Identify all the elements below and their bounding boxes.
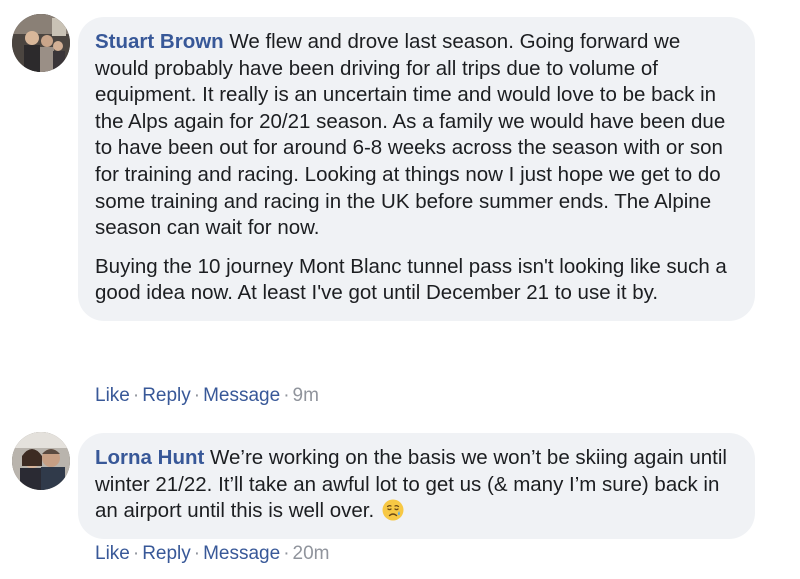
comment-bubble: Lorna Hunt We’re working on the basis we…: [78, 433, 755, 539]
separator: ·: [283, 385, 290, 406]
comment-text: We flew and drove last season. Going for…: [95, 30, 726, 240]
separator: ·: [193, 543, 201, 564]
message-link[interactable]: Message: [203, 385, 280, 406]
like-link[interactable]: Like: [95, 385, 130, 406]
reply-link[interactable]: Reply: [142, 385, 191, 406]
comment-paragraph: Stuart Brown We flew and drove last seas…: [95, 29, 739, 242]
comment-paragraph: Buying the 10 journey Mont Blanc tunnel …: [95, 254, 739, 307]
comment-paragraph: Lorna Hunt We’re working on the basis we…: [95, 445, 739, 525]
avatar[interactable]: [12, 432, 70, 490]
comment-bubble: Stuart Brown We flew and drove last seas…: [78, 17, 755, 321]
avatar[interactable]: [12, 14, 70, 72]
author-name-link[interactable]: Stuart Brown: [95, 30, 224, 53]
sad-but-relieved-face-icon: [382, 499, 404, 521]
like-link[interactable]: Like: [95, 543, 130, 564]
avatar-photo: [12, 14, 70, 72]
timestamp[interactable]: 20m: [293, 543, 330, 564]
comment-actions: Like · Reply · Message · 20m: [95, 543, 330, 565]
separator: ·: [132, 385, 140, 406]
separator: ·: [283, 543, 290, 564]
author-name-link[interactable]: Lorna Hunt: [95, 446, 204, 469]
timestamp[interactable]: 9m: [293, 385, 319, 406]
comment-text: Buying the 10 journey Mont Blanc tunnel …: [95, 254, 727, 305]
reply-link[interactable]: Reply: [142, 543, 191, 564]
separator: ·: [132, 543, 140, 564]
message-link[interactable]: Message: [203, 543, 280, 564]
comment-actions: Like · Reply · Message · 9m: [95, 385, 319, 407]
separator: ·: [193, 385, 201, 406]
avatar-photo: [12, 432, 70, 490]
